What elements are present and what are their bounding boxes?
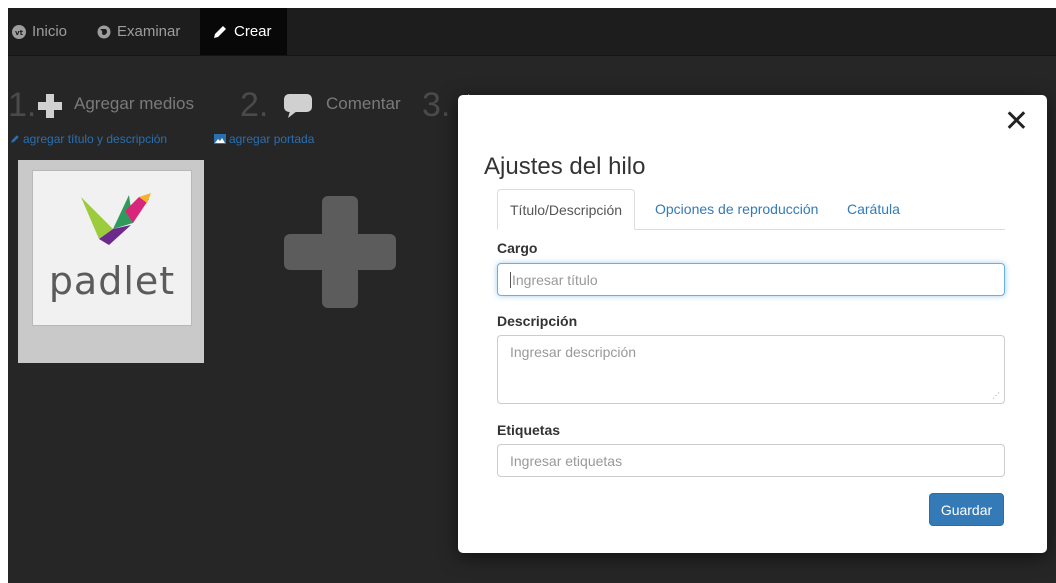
modal-tabs: Título/Descripción Opciones de reproducc… [497,189,1005,230]
step-number: 2. [240,86,269,124]
add-media-plus-icon[interactable] [284,196,396,313]
save-button[interactable]: Guardar [929,493,1004,526]
add-cover-link[interactable]: agregar portada [214,132,314,146]
padlet-logo-image: padlet [32,170,192,326]
tags-field-label: Etiquetas [497,422,561,438]
media-thumbnail-card[interactable]: padlet [18,160,204,363]
image-icon [214,134,226,144]
close-icon[interactable]: ✕ [1004,107,1029,137]
nav-label: Crear [234,23,272,40]
text-caret [510,271,511,288]
step-number: 3. [422,86,451,124]
thread-settings-modal: ✕ Ajustes del hilo Título/Descripción Op… [458,95,1047,553]
tags-input-placeholder: Ingresar etiquetas [510,452,623,469]
add-title-description-link[interactable]: agregar título y descripción [10,132,167,146]
tab-titulo-descripcion[interactable]: Título/Descripción [497,189,636,230]
nav-item-examinar[interactable]: Examinar [97,8,180,55]
tab-opciones-reproduccion[interactable]: Opciones de reproducción [655,189,818,229]
globe-icon [97,25,111,39]
link-label: agregar título y descripción [23,132,168,146]
modal-title: Ajustes del hilo [484,153,646,180]
nav-label: Examinar [117,23,181,40]
nav-item-crear[interactable]: Crear [200,8,287,55]
description-field-label: Descripción [497,313,578,329]
padlet-crane-icon [73,189,153,250]
title-field-label: Cargo [497,240,538,256]
padlet-logo-text: padlet [48,259,176,303]
tags-input[interactable]: Ingresar etiquetas [497,444,1005,477]
title-input[interactable]: Ingresar título [497,263,1005,296]
title-input-placeholder: Ingresar título [512,271,598,288]
step-label-comentar[interactable]: Comentar [326,94,401,114]
pencil-icon [10,134,20,144]
vt-logo-icon: vt [12,24,26,39]
resize-grip-icon[interactable]: ⋰ [992,391,1000,400]
nav-item-inicio[interactable]: vt Inicio [12,8,67,55]
top-navbar: vt Inicio Examinar Crear [8,8,1056,56]
step-label-agregar-medios[interactable]: Agregar medios [74,94,194,114]
description-placeholder: Ingresar descripción [510,344,637,360]
tab-caratula[interactable]: Carátula [847,189,900,229]
plus-icon[interactable] [38,94,62,123]
svg-text:vt: vt [15,29,24,37]
comment-icon[interactable] [284,94,312,123]
description-textarea[interactable]: Ingresar descripción ⋰ [497,335,1005,404]
step-number: 1. [8,86,37,124]
link-label: agregar portada [229,132,315,146]
nav-label: Inicio [32,23,68,40]
pencil-icon [212,24,228,40]
